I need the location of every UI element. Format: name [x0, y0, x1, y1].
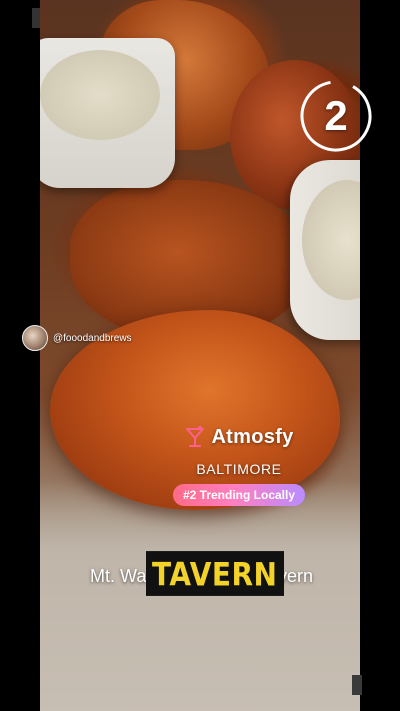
letterbox-left	[0, 0, 40, 711]
city-label: BALTIMORE	[196, 461, 282, 477]
trending-badge: #2 Trending Locally	[172, 484, 306, 506]
dipping-sauce-cup	[290, 160, 360, 340]
caption-text-left: Mt. Wa	[90, 566, 147, 586]
avatar[interactable]	[22, 325, 48, 351]
dipping-sauce-cup	[40, 38, 175, 188]
brand-name: Atmosfy	[211, 425, 294, 448]
creator-credit[interactable]: @fooodandbrews	[22, 325, 132, 351]
highlight-word: TAVERN	[146, 551, 284, 596]
rank-number: 2	[324, 92, 348, 139]
cocktail-glass-icon	[186, 426, 205, 447]
creator-handle[interactable]: @fooodandbrews	[53, 333, 132, 344]
sauce	[40, 50, 160, 140]
brand-overlay: Atmosfy BALTIMORE #2 Trending Locally	[166, 425, 312, 506]
brand-row: Atmosfy	[184, 425, 293, 449]
rank-badge: 2	[298, 78, 374, 154]
sauce	[302, 180, 360, 300]
